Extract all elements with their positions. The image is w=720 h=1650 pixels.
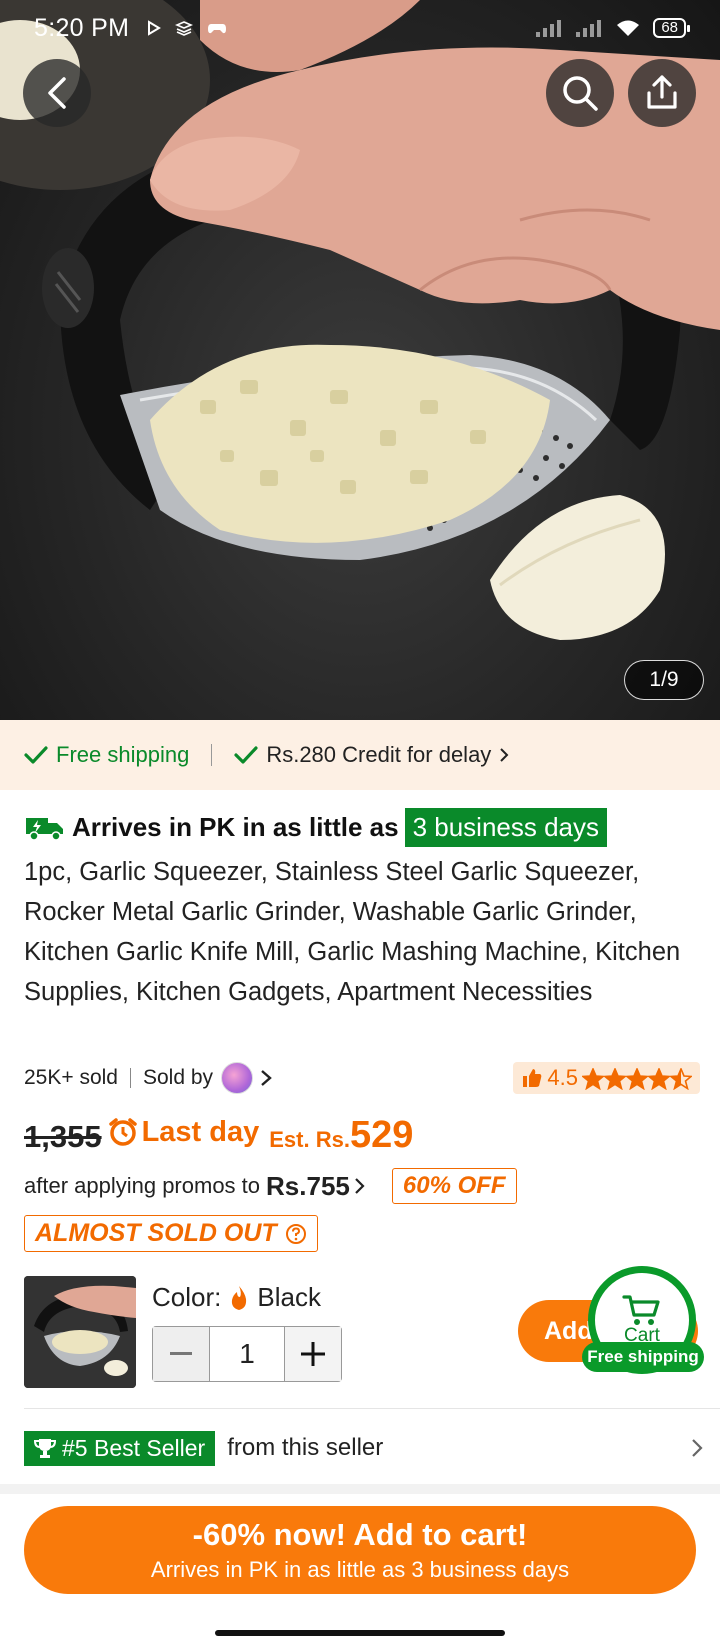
share-icon: [647, 75, 677, 109]
search-button[interactable]: [546, 59, 614, 127]
alarm-clock-icon: [108, 1118, 137, 1146]
wifi-icon: [617, 20, 640, 36]
decrement-button[interactable]: [153, 1327, 209, 1381]
plus-icon: [301, 1342, 325, 1366]
discount-tag: 60% OFF: [391, 1168, 517, 1204]
minus-icon: [170, 1352, 192, 1355]
back-button[interactable]: [23, 59, 91, 127]
almost-sold-out-tag[interactable]: ALMOST SOLD OUT: [24, 1215, 318, 1252]
search-icon: [563, 76, 598, 111]
add-to-cart-cta[interactable]: -60% now! Add to cart! Arrives in PK in …: [24, 1506, 696, 1594]
status-time: 5:20 PM: [34, 13, 130, 42]
gamepad-icon: [208, 24, 227, 34]
product-meta-row: 25K+ sold Sold by 4.5: [24, 1060, 700, 1096]
share-button[interactable]: [628, 59, 696, 127]
sold-by-label: Sold by: [143, 1066, 214, 1089]
quantity-value[interactable]: 1: [209, 1327, 285, 1381]
sold-count: 25K+ sold: [24, 1066, 118, 1089]
price-row: 1,355 Last day Est. Rs. 529: [24, 1114, 413, 1157]
section-gap: [0, 1484, 720, 1494]
star-icon: [624, 1067, 650, 1091]
star-icon: [580, 1067, 606, 1091]
est-price: 529: [349, 1114, 414, 1156]
variant-thumbnail[interactable]: [24, 1276, 136, 1388]
trophy-icon: [34, 1439, 56, 1458]
best-seller-label: #5 Best Seller: [62, 1434, 206, 1461]
divider: [24, 1408, 720, 1409]
color-selector[interactable]: Color: Black: [152, 1282, 321, 1313]
cart-icon: [622, 1295, 660, 1325]
last-day-label: Last day: [108, 1115, 260, 1149]
back-arrow-icon: [48, 77, 66, 109]
signal-icon: [536, 20, 562, 37]
image-counter: 1/9: [624, 660, 704, 700]
divider: [211, 744, 213, 766]
rating-badge[interactable]: 4.5: [513, 1062, 700, 1094]
flame-icon: [232, 1285, 247, 1310]
rating-stars: [580, 1065, 694, 1091]
chevron-right-icon: [355, 1178, 365, 1194]
divider: [130, 1068, 131, 1088]
best-seller-tag: #5 Best Seller: [24, 1430, 216, 1466]
help-circle-icon: [285, 1223, 306, 1244]
layers-icon: [175, 21, 194, 36]
arrives-badge: 3 business days: [404, 808, 608, 847]
best-seller-text: from this seller: [227, 1434, 384, 1461]
chevron-right-icon: [692, 1439, 703, 1457]
thumbs-up-icon: [523, 1069, 542, 1087]
increment-button[interactable]: [285, 1327, 341, 1381]
original-price: 1,355: [24, 1119, 102, 1154]
color-value: Black: [257, 1282, 321, 1312]
promo-row[interactable]: after applying promos to Rs.755 60% OFF: [24, 1168, 517, 1204]
play-icon: [148, 20, 162, 36]
cta-main-text: -60% now! Add to cart!: [192, 1517, 528, 1552]
chevron-right-icon: [500, 748, 509, 762]
product-image-gallery[interactable]: 5:20 PM 68 1/9: [0, 0, 720, 720]
star-icon: [602, 1067, 628, 1091]
sold-out-text: ALMOST SOLD OUT: [35, 1219, 277, 1247]
delivery-truck-icon: [26, 817, 63, 841]
home-indicator[interactable]: [215, 1630, 505, 1636]
free-shipping-info: Free shipping: [24, 742, 189, 768]
arrival-estimate: Arrives in PK in as little as 3 business…: [24, 808, 608, 847]
signal-icon: [576, 20, 602, 37]
product-title: 1pc, Garlic Squeezer, Stainless Steel Ga…: [24, 858, 681, 1006]
promo-price: Rs.755: [266, 1170, 350, 1201]
last-day-text: Last day: [141, 1115, 260, 1148]
arrives-prefix: Arrives in PK in as little as: [72, 812, 399, 842]
rating-value: 4.5: [547, 1065, 578, 1090]
cta-sub-text: Arrives in PK in as little as 3 business…: [150, 1557, 570, 1582]
chevron-right-icon[interactable]: [259, 1068, 273, 1088]
delay-credit-label: Rs.280 Credit for delay: [266, 742, 492, 767]
delay-credit-link[interactable]: Rs.280 Credit for delay: [234, 742, 509, 768]
star-icon: [668, 1067, 694, 1091]
add-button-label: Add: [544, 1316, 593, 1345]
est-label: Est. Rs.: [269, 1127, 350, 1152]
variant-thumbnail-image: [24, 1276, 136, 1388]
free-shipping-pill: Free shipping: [582, 1342, 704, 1372]
check-icon: [24, 746, 48, 764]
shipping-strip[interactable]: Free shipping Rs.280 Credit for delay: [0, 720, 720, 790]
status-bar: 5:20 PM 68: [0, 0, 720, 56]
star-icon: [646, 1067, 672, 1091]
battery-icon: 68: [653, 18, 690, 38]
seller-avatar[interactable]: [221, 1062, 254, 1094]
product-photo: [0, 0, 720, 640]
quantity-stepper[interactable]: 1: [152, 1326, 342, 1382]
promo-text: after applying promos to: [24, 1173, 261, 1198]
check-icon: [234, 746, 258, 764]
best-seller-row[interactable]: #5 Best Seller from this seller: [24, 1428, 704, 1468]
free-shipping-label: Free shipping: [56, 742, 190, 767]
color-label: Color:: [152, 1282, 222, 1312]
